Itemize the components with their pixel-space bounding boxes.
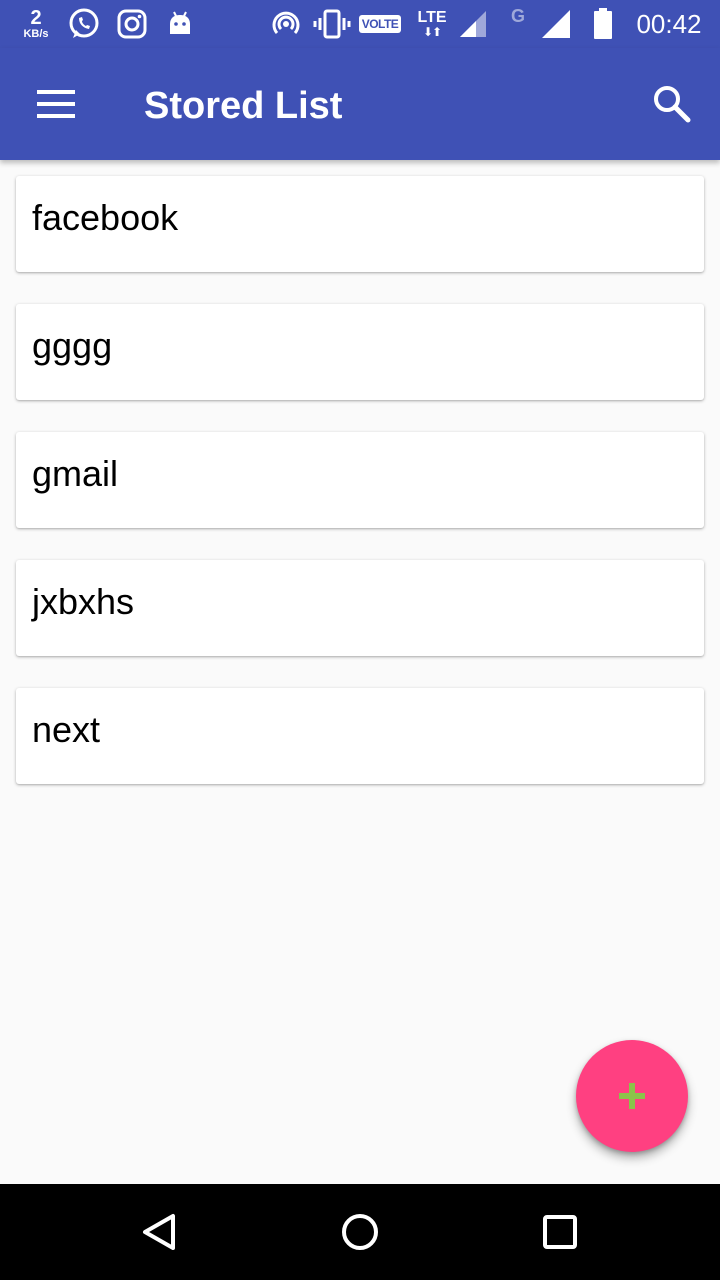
data-activity-icon: ⬇⬆ [422, 25, 442, 39]
search-icon [654, 86, 691, 123]
list-item-label: facebook [32, 197, 179, 238]
list-item[interactable]: next [16, 688, 704, 784]
back-icon [143, 1214, 175, 1250]
list-item-label: jxbxhs [32, 581, 135, 622]
signal-icon [538, 0, 574, 48]
recents-icon [543, 1215, 577, 1249]
net-speed-unit: KB/s [23, 28, 49, 40]
list-item-label: next [32, 709, 101, 750]
home-button[interactable] [312, 1200, 408, 1264]
status-bar: 2 KB/s VOLTE LTE ⬇⬆ G 00:42 [0, 0, 720, 48]
net-speed-value: 2 [30, 7, 42, 29]
back-button[interactable] [112, 1200, 208, 1264]
menu-icon [37, 90, 75, 118]
net-speed-indicator: 2 KB/s [16, 0, 56, 48]
stored-list: facebook gggg gmail jxbxhs next [16, 176, 704, 816]
lte-indicator: LTE ⬇⬆ [410, 0, 454, 48]
add-item-fab[interactable] [576, 1040, 688, 1152]
app-bar: Stored List [0, 48, 720, 160]
battery-icon [588, 0, 618, 48]
g-network-label: G [510, 6, 525, 26]
signal-icon [456, 0, 490, 48]
page-title: Stored List [144, 85, 343, 127]
android-icon [162, 0, 198, 48]
navigation-bar [0, 1184, 720, 1280]
hotspot-icon [266, 0, 306, 48]
search-button[interactable] [640, 76, 704, 132]
list-item[interactable]: facebook [16, 176, 704, 272]
list-item-label: gmail [32, 453, 119, 494]
list-item[interactable]: gmail [16, 432, 704, 528]
vibrate-icon [310, 0, 354, 48]
list-item[interactable]: gggg [16, 304, 704, 400]
volte-badge: VOLTE [356, 0, 404, 48]
volte-label: VOLTE [358, 15, 402, 33]
menu-button[interactable] [24, 76, 88, 132]
recents-button[interactable] [512, 1200, 608, 1264]
instagram-icon [112, 0, 152, 48]
plus-icon [619, 1083, 645, 1109]
lte-text: LTE [417, 9, 447, 26]
whatsapp-icon [64, 0, 104, 48]
list-item[interactable]: jxbxhs [16, 560, 704, 656]
home-icon [342, 1214, 378, 1250]
clock: 00:42 [636, 8, 702, 39]
list-item-label: gggg [32, 325, 113, 366]
